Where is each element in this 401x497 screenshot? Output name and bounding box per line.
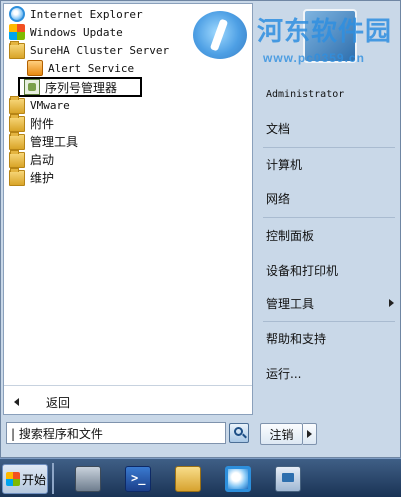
program-label: 序列号管理器: [45, 80, 118, 95]
shutdown-options-button[interactable]: [303, 423, 317, 445]
back-label: 返回: [46, 395, 71, 410]
ie-icon: [225, 466, 251, 492]
program-windows-update[interactable]: Windows Update: [9, 23, 123, 41]
folder-icon: [9, 41, 25, 59]
taskbar-network[interactable]: [266, 462, 310, 496]
taskbar-server-manager[interactable]: [66, 462, 110, 496]
program-label: 启动: [30, 152, 55, 167]
windows-logo-icon: [6, 472, 20, 486]
separator: [263, 147, 395, 148]
program-maintenance[interactable]: 维护: [9, 168, 54, 186]
windows-update-icon: [9, 24, 25, 40]
watermark-url: www.pc0359.cn: [263, 51, 365, 65]
program-label: 维护: [30, 170, 55, 185]
program-label: Windows Update: [30, 25, 123, 39]
logout-button[interactable]: 注销: [260, 423, 303, 445]
taskbar-separator: [52, 463, 54, 494]
program-sureha-cluster-server[interactable]: SureHA Cluster Server: [9, 41, 169, 59]
control-panel-link[interactable]: 控制面板: [266, 225, 314, 245]
folder-icon: [9, 168, 25, 186]
program-internet-explorer[interactable]: Internet Explorer: [9, 5, 143, 23]
serial-manager-icon: [24, 79, 40, 95]
folder-icon: [9, 96, 25, 114]
search-button[interactable]: [229, 423, 249, 443]
folder-icon: [9, 150, 25, 168]
server-manager-icon: [75, 466, 101, 492]
program-alert-service[interactable]: Alert Service: [27, 59, 134, 77]
program-label: Alert Service: [48, 61, 135, 75]
logout-label: 注销: [269, 427, 294, 442]
network-icon: [275, 466, 301, 492]
alert-service-icon: [27, 60, 43, 76]
program-startup[interactable]: 启动: [9, 150, 54, 168]
computer-link[interactable]: 计算机: [266, 154, 302, 174]
search-text: 搜索程序和文件: [18, 427, 103, 441]
program-accessories[interactable]: 附件: [9, 114, 54, 132]
network-link[interactable]: 网络: [266, 188, 290, 208]
watermark-logo-icon: [193, 11, 247, 59]
folder-icon: [9, 132, 25, 150]
user-folder-link[interactable]: Administrator: [266, 84, 344, 104]
program-vmware[interactable]: VMware: [9, 96, 70, 114]
program-label: VMware: [30, 98, 70, 112]
explorer-icon: [175, 466, 201, 492]
taskbar-explorer[interactable]: [166, 462, 210, 496]
documents-link[interactable]: 文档: [266, 118, 290, 138]
separator: [263, 321, 395, 322]
taskbar-ie[interactable]: [216, 462, 260, 496]
search-input[interactable]: | 搜索程序和文件: [6, 422, 226, 444]
separator: [263, 217, 395, 218]
program-label: 管理工具: [30, 134, 79, 149]
admin-tools-link[interactable]: 管理工具: [266, 293, 314, 313]
start-button[interactable]: 开始: [2, 464, 48, 494]
ie-icon: [9, 6, 25, 22]
powershell-icon: [125, 466, 151, 492]
help-support-link[interactable]: 帮助和支持: [266, 328, 326, 348]
submenu-arrow-icon: [389, 299, 394, 307]
back-button[interactable]: 返回: [4, 388, 252, 416]
program-label: 附件: [30, 116, 55, 131]
taskbar: 开始: [0, 458, 401, 497]
devices-printers-link[interactable]: 设备和打印机: [266, 260, 338, 280]
watermark-title: 河东软件园: [257, 17, 393, 47]
program-label: Internet Explorer: [30, 7, 143, 21]
back-arrow-icon: [14, 398, 19, 406]
run-link[interactable]: 运行...: [266, 363, 301, 383]
start-label: 开始: [22, 472, 47, 487]
folder-icon: [9, 114, 25, 132]
watermark: 河东软件园 www.pc0359.cn: [193, 5, 401, 69]
program-admin-tools[interactable]: 管理工具: [9, 132, 78, 150]
start-menu: Internet Explorer Windows Update SureHA …: [0, 0, 401, 458]
taskbar-powershell[interactable]: [116, 462, 160, 496]
program-serial-manager[interactable]: 序列号管理器: [24, 78, 117, 96]
left-divider: [4, 385, 252, 386]
program-label: SureHA Cluster Server: [30, 43, 170, 57]
search-icon-handle: [242, 433, 247, 439]
